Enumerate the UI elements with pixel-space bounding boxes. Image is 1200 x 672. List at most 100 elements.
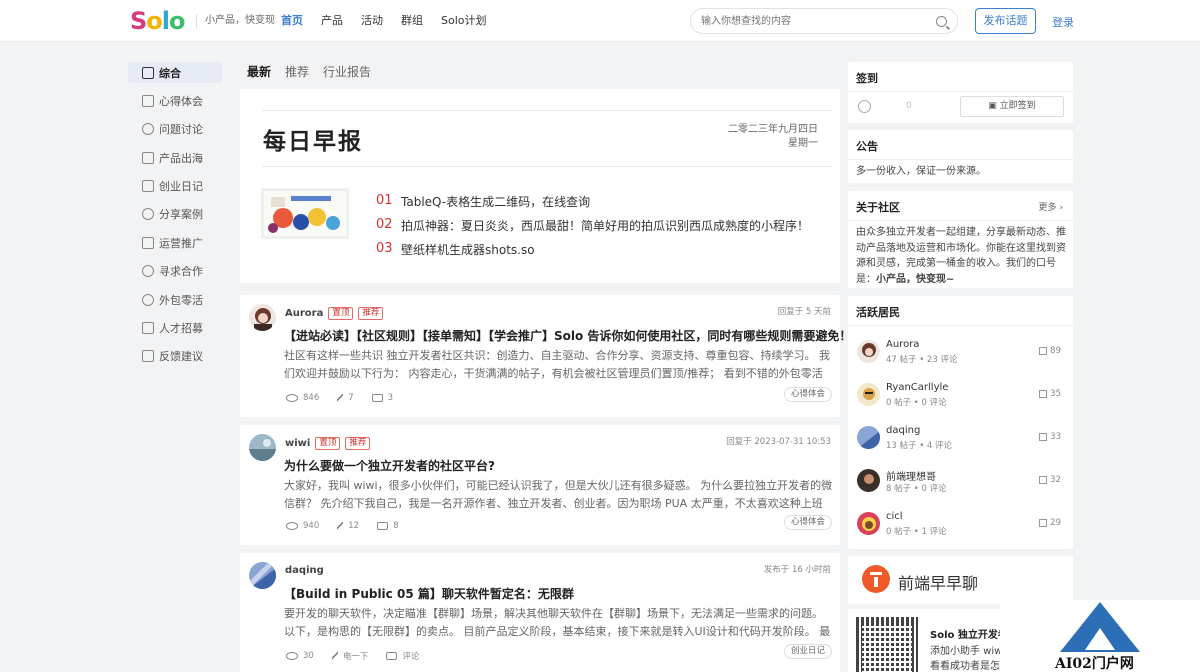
like-stat[interactable]: 电一下: [331, 650, 368, 662]
resident-name[interactable]: 前端理想哥: [886, 468, 936, 483]
post-stats: 846 7 3: [286, 393, 411, 403]
author-name[interactable]: daqing: [285, 565, 324, 576]
post-author[interactable]: Aurora 置顶 推荐: [285, 307, 384, 320]
resident-name[interactable]: Aurora: [886, 339, 919, 350]
sidebar-item-overseas[interactable]: 产品出海: [128, 147, 222, 168]
resident-name[interactable]: cicl: [886, 511, 903, 522]
post-category[interactable]: 心得体会: [783, 387, 832, 402]
avatar[interactable]: [857, 469, 880, 492]
sidebar-item-all[interactable]: 综合: [128, 62, 222, 83]
tab-industry-report[interactable]: 行业报告: [323, 64, 371, 80]
sidebar-item-outsourcing[interactable]: 外包零活: [128, 289, 222, 310]
resident-row[interactable]: Aurora 47 帖子 • 23 评论 89: [848, 333, 1073, 376]
checkin-button[interactable]: ▣ 立即签到: [960, 96, 1064, 117]
login-link[interactable]: 登录: [1052, 14, 1074, 30]
like-stat[interactable]: 12: [337, 521, 359, 531]
resident-name[interactable]: daqing: [886, 425, 920, 436]
resident-name[interactable]: RyanCarllyle: [886, 382, 948, 393]
search-icon[interactable]: [936, 16, 947, 27]
solo-logo[interactable]: S o l o: [130, 8, 186, 34]
comment-stat[interactable]: 8: [377, 521, 398, 531]
post-category[interactable]: 心得体会: [783, 515, 832, 530]
comment-icon: [377, 522, 389, 530]
like-stat[interactable]: 7: [337, 393, 354, 403]
author-name[interactable]: wiwi: [285, 438, 310, 449]
score-value: 33: [1050, 432, 1061, 442]
sidebar-item-label: 寻求合作: [159, 265, 203, 279]
tab-latest[interactable]: 最新: [247, 64, 271, 80]
score-icon: [1039, 476, 1048, 484]
active-residents-card: 活跃居民 Aurora 47 帖子 • 23 评论 89 RyanCarllyl…: [848, 296, 1073, 549]
post-time: 回复于 2023-07-31 10:53: [726, 437, 831, 447]
daily-report-thumbnail[interactable]: [261, 188, 349, 239]
daily-item-text[interactable]: 壁纸样机生成器shots.so: [401, 241, 535, 258]
sidebar-item-recruiting[interactable]: 人才招募: [128, 318, 222, 339]
avatar[interactable]: [857, 426, 880, 449]
resident-row[interactable]: cicl 0 帖子 • 1 评论 29: [848, 505, 1073, 548]
resident-score: 89: [1039, 346, 1061, 356]
ship-icon: [142, 151, 154, 164]
chevron-right-icon: ›: [1059, 203, 1063, 213]
qr-line-3: 看看成功者是怎么: [930, 661, 1000, 672]
sidebar-item-cooperation[interactable]: 寻求合作: [128, 261, 222, 282]
post-title[interactable]: 【Build in Public 05 篇】聊天软件暂定名：无限群: [284, 585, 574, 602]
sidebar-item-feedback[interactable]: 反馈建议: [128, 346, 222, 367]
about-text: 由众多独立开发者一起组建，分享最新动态、推动产品落地及运营和市场化。你能在这里找…: [856, 225, 1066, 287]
daily-item[interactable]: 03 壁纸样机生成器shots.so: [376, 241, 535, 258]
sidebar-item-label: 心得体会: [159, 94, 203, 108]
sidebar-item-questions[interactable]: 问题讨论: [128, 119, 222, 140]
nav-events[interactable]: 活动: [361, 13, 383, 29]
sidebar-item-cases[interactable]: 分享案例: [128, 204, 222, 225]
post-title[interactable]: 【进站必读】【社区规则】【接单需知】【学会推广】Solo 告诉你如何使用社区，同…: [284, 327, 851, 344]
post-stats: 30 电一下 评论: [286, 650, 437, 662]
post-author[interactable]: wiwi 置顶 推荐: [285, 437, 371, 450]
author-name[interactable]: Aurora: [285, 308, 323, 319]
post-category[interactable]: 创业日记: [783, 644, 832, 659]
avatar[interactable]: [857, 512, 880, 535]
resident-row[interactable]: daqing 13 帖子 • 4 评论 33: [848, 419, 1073, 462]
nav-home[interactable]: 首页: [281, 13, 303, 29]
avatar[interactable]: [857, 340, 880, 363]
nav-groups[interactable]: 群组: [401, 13, 423, 29]
daily-report-date: 二零二三年九月四日 星期一: [728, 123, 818, 151]
checkin-card: 签到 0 ▣ 立即签到: [848, 62, 1073, 123]
comment-stat[interactable]: 3: [371, 393, 393, 403]
avatar[interactable]: [249, 304, 276, 331]
sidebar-item-marketing[interactable]: 运营推广: [128, 232, 222, 253]
about-card: 关于社区 更多 › 由众多独立开发者一起组建，分享最新动态、推动产品落地及运营和…: [848, 191, 1073, 288]
eye-icon: [286, 652, 298, 660]
sidebar-item-experience[interactable]: 心得体会: [128, 90, 222, 111]
coin-icon: [858, 100, 871, 113]
daily-item-text[interactable]: 拍瓜神器：夏日炎炎，西瓜最甜！简单好用的拍瓜识别西瓜成熟度的小程序！: [401, 217, 809, 234]
resident-row[interactable]: RyanCarllyle 0 帖子 • 0 评论 35: [848, 376, 1073, 419]
resident-row[interactable]: 前端理想哥 8 帖子 • 0 评论 32: [848, 462, 1073, 505]
post-excerpt[interactable]: 大家好，我叫 wiwi，很多小伙伴们，可能已经认识我了，但是大伙儿还有很多疑惑。…: [284, 477, 833, 512]
post-topic-button[interactable]: 发布话题: [975, 8, 1036, 34]
date-text: 二零二三年九月四日: [728, 124, 818, 135]
score-value: 35: [1050, 389, 1061, 399]
daily-item-text[interactable]: TableQ-表格生成二维码，在线查询: [401, 193, 590, 210]
sidebar-item-diary[interactable]: 创业日记: [128, 176, 222, 197]
nav-solo-plan[interactable]: Solo计划: [441, 13, 487, 29]
frontend-chat-banner[interactable]: 前端早早聊: [848, 556, 1073, 604]
post-card[interactable]: daqing 发布于 16 小时前 【Build in Public 05 篇】…: [240, 553, 840, 672]
avatar[interactable]: [249, 562, 276, 589]
more-link[interactable]: 更多 ›: [1039, 200, 1064, 213]
search-box[interactable]: [690, 8, 958, 34]
avatar[interactable]: [249, 434, 276, 461]
avatar[interactable]: [857, 383, 880, 406]
post-card[interactable]: Aurora 置顶 推荐 回复于 5 天前 【进站必读】【社区规则】【接单需知】…: [240, 295, 851, 417]
daily-item[interactable]: 02 拍瓜神器：夏日炎炎，西瓜最甜！简单好用的拍瓜识别西瓜成熟度的小程序！: [376, 217, 809, 234]
daily-item[interactable]: 01 TableQ-表格生成二维码，在线查询: [376, 193, 590, 210]
search-input[interactable]: [701, 14, 921, 29]
nav-products[interactable]: 产品: [321, 13, 343, 29]
post-excerpt[interactable]: 社区有这样一些共识 独立开发者社区共识：创造力、自主驱动、合作分享、资源支持、尊…: [284, 347, 833, 382]
post-author[interactable]: daqing: [285, 565, 324, 576]
post-card[interactable]: wiwi 置顶 推荐 回复于 2023-07-31 10:53 为什么要做一个独…: [240, 425, 840, 545]
banner-title: 前端早早聊: [898, 574, 979, 593]
category-sidebar: 综合 心得体会 问题讨论 产品出海 创业日记 分享案例 运营推广 寻求合作 外包…: [128, 62, 222, 374]
post-title[interactable]: 为什么要做一个独立开发者的社区平台?: [284, 457, 495, 474]
post-excerpt[interactable]: 要开发的聊天软件，决定瞄准【群聊】场景，解决其他聊天软件在【群聊】场景下，无法满…: [284, 605, 833, 640]
tab-recommended[interactable]: 推荐: [285, 64, 309, 80]
comment-stat[interactable]: 评论: [386, 650, 419, 662]
